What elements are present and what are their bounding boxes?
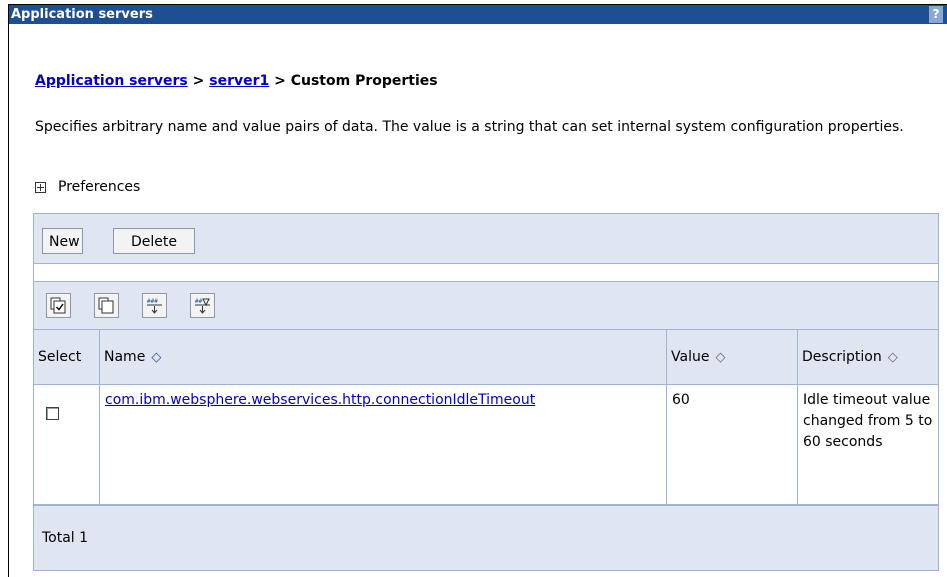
column-header-description-label[interactable]: Description [802,349,882,365]
sort-icon[interactable]: ◇ [715,351,725,364]
window-title-bar: Application servers ? [9,5,947,24]
window-title: Application servers [11,7,153,22]
breadcrumb-separator: > [187,73,210,89]
help-icon[interactable]: ? [929,6,943,23]
page-description: Specifies arbitrary name and value pairs… [35,119,904,135]
column-header-select-label: Select [38,349,82,365]
plus-box-icon[interactable] [35,181,46,193]
svg-text:###: ### [147,298,158,305]
total-count: Total 1 [42,530,89,546]
svg-text:##: ## [195,298,203,305]
breadcrumb-server1[interactable]: server1 [209,73,269,89]
breadcrumb-current: Custom Properties [290,73,438,89]
preferences-toggle[interactable]: Preferences [35,179,140,195]
select-all-icon[interactable] [46,293,71,318]
custom-properties-panel: New Delete ### ## Select Name ◇ Value ◇ … [33,213,939,571]
table-row-name-cell: com.ibm.websphere.webservices.http.conne… [100,385,667,505]
table-row-value-cell: 60 [667,385,798,505]
table-row-description-cell: Idle timeout value changed from 5 to 60 … [798,385,938,505]
sort-icon[interactable]: ◇ [151,351,161,364]
table-row-select-cell [34,385,100,505]
column-header-select: Select [34,330,100,385]
button-bar: New Delete [34,214,938,264]
property-value: 60 [672,392,690,408]
property-name-link[interactable]: com.ibm.websphere.webservices.http.conne… [105,392,535,408]
column-header-name-label[interactable]: Name [104,349,145,365]
breadcrumb-separator: > [269,73,291,89]
column-header-value-label[interactable]: Value [671,349,709,365]
breadcrumb: Application servers > server1 > Custom P… [35,73,438,89]
new-button[interactable]: New [42,228,83,254]
clear-filter-icon[interactable]: ## [190,293,215,318]
breadcrumb-application-servers[interactable]: Application servers [35,73,188,89]
delete-button[interactable]: Delete [113,228,195,254]
show-filter-icon[interactable]: ### [142,293,167,318]
column-header-description[interactable]: Description ◇ [798,330,938,385]
table-tools-bar: ### ## [34,281,938,330]
column-header-name[interactable]: Name ◇ [100,330,667,385]
deselect-all-icon[interactable] [94,293,119,318]
preferences-label[interactable]: Preferences [58,179,140,195]
property-description: Idle timeout value changed from 5 to 60 … [803,392,933,450]
row-select-checkbox[interactable] [46,407,59,420]
table-footer: Total 1 [34,505,938,570]
sort-icon[interactable]: ◇ [888,351,898,364]
column-header-value[interactable]: Value ◇ [667,330,798,385]
